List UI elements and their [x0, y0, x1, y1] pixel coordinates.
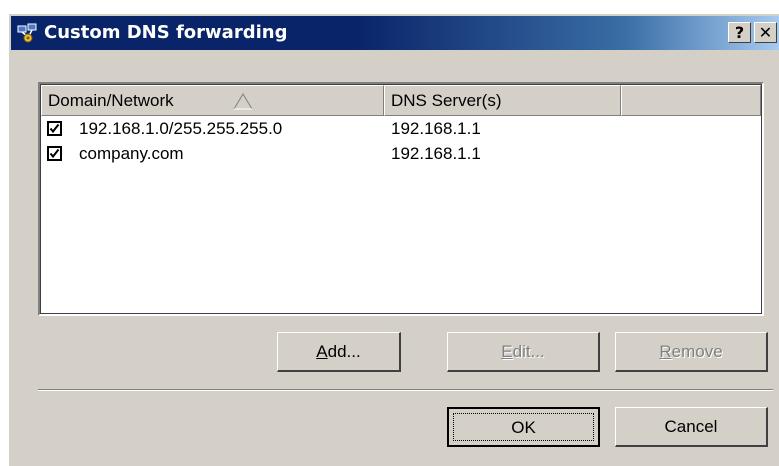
- domain-cell: 192.168.1.0/255.255.255.0: [79, 119, 283, 138]
- ok-button[interactable]: OK: [447, 407, 600, 447]
- column-header-empty[interactable]: [621, 85, 761, 116]
- column-header-dns-label: DNS Server(s): [391, 91, 502, 110]
- close-icon: ✕: [758, 23, 773, 42]
- add-mnemonic: A: [316, 342, 328, 361]
- add-button[interactable]: Add...: [277, 332, 401, 372]
- help-button[interactable]: ?: [728, 22, 751, 43]
- column-header-dns[interactable]: DNS Server(s): [384, 85, 621, 116]
- column-header-domain-label: Domain/Network: [48, 91, 174, 110]
- ok-focus-ring: OK: [453, 413, 594, 441]
- ok-label: OK: [511, 418, 536, 437]
- add-label-rest: dd...: [327, 342, 361, 361]
- network-gear-icon: [17, 23, 39, 43]
- enabled-checkbox[interactable]: [47, 146, 62, 161]
- separator-line: [38, 389, 773, 391]
- checkmark-icon: [49, 148, 60, 159]
- edit-label-rest: dit...: [512, 342, 545, 361]
- list-item[interactable]: company.com 192.168.1.1: [41, 143, 759, 165]
- column-header-domain[interactable]: Domain/Network: [41, 85, 384, 116]
- remove-label-rest: emove: [671, 342, 723, 361]
- sort-ascending-icon: [233, 93, 253, 110]
- dns-server-cell: 192.168.1.1: [391, 144, 481, 163]
- help-icon: ?: [734, 23, 745, 42]
- remove-mnemonic: R: [659, 342, 672, 361]
- enabled-checkbox[interactable]: [47, 121, 62, 136]
- checkmark-icon: [49, 123, 60, 134]
- edit-button[interactable]: Edit...: [447, 332, 600, 372]
- edit-mnemonic: E: [501, 342, 513, 361]
- dns-server-cell: 192.168.1.1: [391, 119, 481, 138]
- cancel-label: Cancel: [664, 417, 718, 436]
- list-header: Domain/Network DNS Server(s): [41, 85, 761, 116]
- list-item[interactable]: 192.168.1.0/255.255.255.0 192.168.1.1: [41, 118, 759, 140]
- close-button[interactable]: ✕: [754, 22, 777, 43]
- cancel-button[interactable]: Cancel: [615, 407, 768, 447]
- remove-button[interactable]: Remove: [615, 332, 768, 372]
- forwarding-list[interactable]: Domain/Network DNS Server(s) 192.168.1.0…: [38, 82, 764, 316]
- dns-forwarding-dialog: Custom DNS forwarding ? ✕ Domain/Network…: [8, 13, 779, 466]
- title-bar[interactable]: Custom DNS forwarding ? ✕: [11, 16, 779, 50]
- dialog-title: Custom DNS forwarding: [44, 22, 288, 43]
- domain-cell: company.com: [79, 144, 184, 163]
